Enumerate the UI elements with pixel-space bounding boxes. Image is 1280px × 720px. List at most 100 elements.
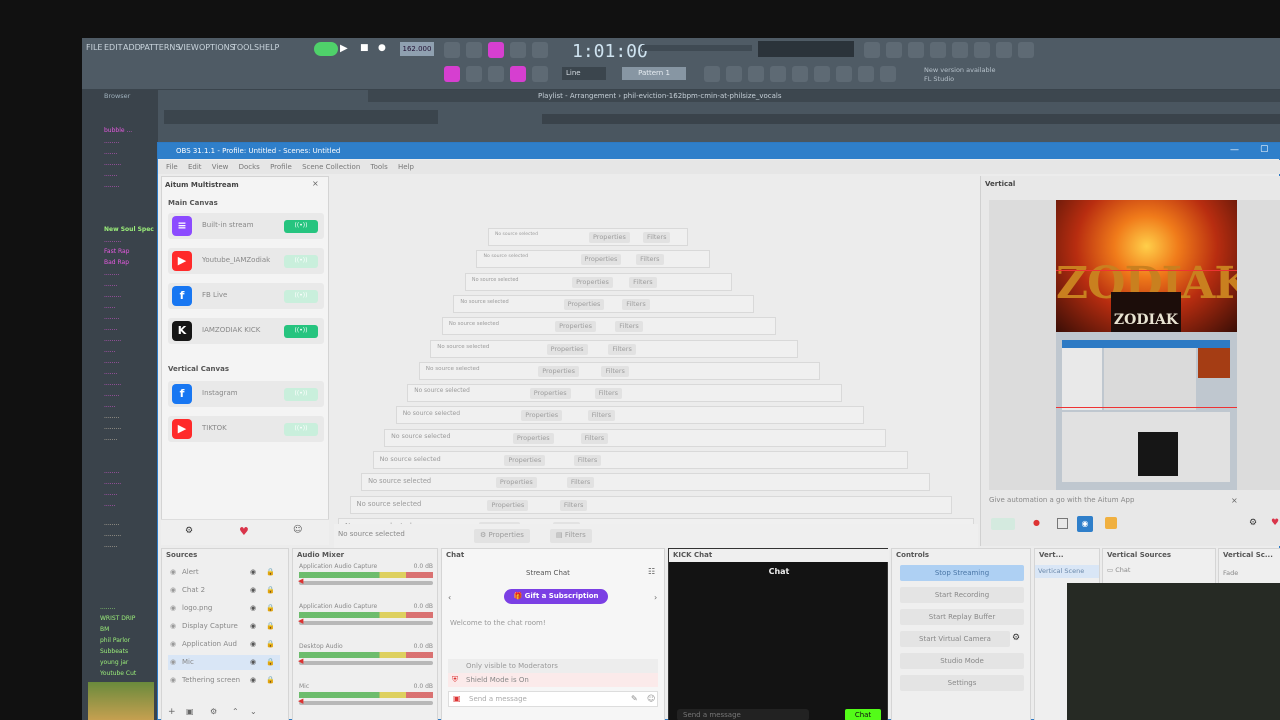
browser-item[interactable]: .......: [104, 435, 117, 442]
volume-slider[interactable]: ◀: [298, 577, 433, 585]
fl-tool-icon[interactable]: [770, 66, 786, 82]
browser-item[interactable]: .........: [104, 160, 121, 167]
browser-item[interactable]: .......: [104, 490, 117, 497]
source-item[interactable]: Display Capture◉🔒: [168, 619, 280, 634]
browser-item[interactable]: ......: [104, 501, 115, 508]
browser-item[interactable]: .........: [104, 380, 121, 387]
menu-help[interactable]: Help: [398, 163, 414, 171]
browser-item[interactable]: .......: [104, 542, 117, 549]
chevron-right-icon[interactable]: ›: [654, 593, 657, 602]
lock-icon[interactable]: 🔒: [266, 583, 275, 598]
fl-tool-icon[interactable]: [488, 42, 504, 58]
source-item[interactable]: Alert◉🔒: [168, 565, 280, 580]
eye-icon[interactable]: ◉: [250, 655, 256, 670]
eye-icon[interactable]: ◉: [250, 673, 256, 688]
snap-select[interactable]: Line: [562, 67, 606, 80]
browser-item[interactable]: young jar: [100, 659, 128, 666]
speaker-icon[interactable]: ◀: [298, 577, 303, 585]
browser-item[interactable]: Subbeats: [100, 648, 128, 655]
source-item[interactable]: Tethering screen◉🔒: [168, 673, 280, 688]
fl-tool-icon[interactable]: [532, 42, 548, 58]
browser-item[interactable]: ........: [104, 182, 119, 189]
browser-item[interactable]: ........: [104, 413, 119, 420]
transition-fade[interactable]: Fade: [1223, 569, 1238, 577]
fl-tool-icon[interactable]: [466, 42, 482, 58]
fl-tool-icon[interactable]: [974, 42, 990, 58]
pattern-select[interactable]: Pattern 1: [622, 67, 686, 80]
studio-mode-button[interactable]: Studio Mode: [900, 653, 1024, 669]
add-icon[interactable]: +: [168, 707, 176, 717]
browser-item[interactable]: ........: [104, 270, 119, 277]
browser-item[interactable]: .........: [104, 531, 121, 538]
fl-tool-icon[interactable]: [444, 66, 460, 82]
fl-pat-song-toggle[interactable]: [314, 42, 338, 56]
channel-stream-toggle[interactable]: [284, 325, 318, 338]
start-replay-buffer-button[interactable]: Start Replay Buffer: [900, 609, 1024, 625]
close-icon[interactable]: ×: [312, 179, 319, 188]
lock-icon[interactable]: 🔒: [266, 655, 275, 670]
gear-icon[interactable]: ⚙: [1012, 633, 1020, 643]
fl-tool-icon[interactable]: [858, 66, 874, 82]
fl-tool-icon[interactable]: [704, 66, 720, 82]
fl-tool-icon[interactable]: [510, 42, 526, 58]
browser-item[interactable]: .........: [104, 336, 121, 343]
close-icon[interactable]: ×: [1231, 496, 1238, 505]
gear-icon[interactable]: ⚙: [1249, 518, 1257, 528]
fl-menu-view[interactable]: VIEW: [178, 43, 199, 52]
minimize-icon[interactable]: —: [1230, 145, 1239, 155]
browser-item[interactable]: .........: [104, 237, 121, 244]
channel-stream-toggle[interactable]: [284, 255, 318, 268]
fl-tool-icon[interactable]: [814, 66, 830, 82]
record-icon[interactable]: ●: [1033, 518, 1040, 527]
fl-menu-patterns[interactable]: PATTERNS: [140, 43, 180, 52]
fl-menu-help[interactable]: HELP: [259, 43, 279, 52]
fl-tool-icon[interactable]: [444, 42, 460, 58]
fl-tool-icon[interactable]: [1018, 42, 1034, 58]
settings-button[interactable]: Settings: [900, 675, 1024, 691]
menu-view[interactable]: View: [212, 163, 229, 171]
browser-item[interactable]: ........: [104, 520, 119, 527]
browser-item[interactable]: WRIST DRIP: [100, 615, 135, 622]
fl-tool-icon[interactable]: [952, 42, 968, 58]
gift-icon[interactable]: ▣: [453, 694, 461, 703]
browser-item[interactable]: ......: [104, 303, 115, 310]
eye-icon[interactable]: ◉: [250, 637, 256, 652]
browser-item[interactable]: ......: [104, 402, 115, 409]
fl-tool-icon[interactable]: [466, 66, 482, 82]
browser-item[interactable]: .......: [104, 281, 117, 288]
fl-menu-add[interactable]: ADD: [123, 43, 141, 52]
heart-icon[interactable]: ♥: [239, 525, 249, 538]
lock-icon[interactable]: 🔒: [266, 619, 275, 634]
browser-item[interactable]: .........: [104, 424, 121, 431]
fl-tool-icon[interactable]: [836, 66, 852, 82]
stream-toggle[interactable]: [991, 518, 1015, 530]
browser-item[interactable]: phil Parlor: [100, 637, 130, 644]
emoji-icon[interactable]: ☺: [647, 694, 655, 703]
lock-icon[interactable]: 🔒: [266, 637, 275, 652]
browser-item[interactable]: .......: [104, 149, 117, 156]
filter-icon[interactable]: ▣: [186, 707, 194, 716]
preview-canvas[interactable]: No source selected Properties Filters No so…: [334, 176, 978, 552]
lock-icon[interactable]: 🔒: [266, 673, 275, 688]
source-item[interactable]: logo.png◉🔒: [168, 601, 280, 616]
channel-stream-toggle[interactable]: [284, 220, 318, 233]
start-virtual-camera-button[interactable]: Start Virtual Camera: [900, 631, 1010, 647]
fl-menu-edit[interactable]: EDIT: [104, 43, 122, 52]
master-volume-slider[interactable]: [642, 45, 752, 51]
eye-icon[interactable]: ◉: [250, 601, 256, 616]
replay-icon[interactable]: [1105, 517, 1117, 529]
speaker-icon[interactable]: ◀: [298, 657, 303, 665]
volume-slider[interactable]: ◀: [298, 617, 433, 625]
play-icon[interactable]: ▶: [340, 43, 348, 54]
fl-tool-icon[interactable]: [726, 66, 742, 82]
browser-item[interactable]: ........: [100, 604, 115, 611]
browser-item[interactable]: .........: [104, 479, 121, 486]
lock-icon[interactable]: 🔒: [266, 601, 275, 616]
eye-icon[interactable]: ◉: [250, 565, 256, 580]
fl-tool-icon[interactable]: [880, 66, 896, 82]
menu-docks[interactable]: Docks: [239, 163, 260, 171]
fl-tool-icon[interactable]: [930, 42, 946, 58]
browser-item[interactable]: Bad Rap: [104, 259, 129, 266]
filters-button[interactable]: ▤ Filters: [550, 529, 592, 543]
chat-input[interactable]: Send a message ▣ ✎ ☺: [448, 691, 658, 707]
